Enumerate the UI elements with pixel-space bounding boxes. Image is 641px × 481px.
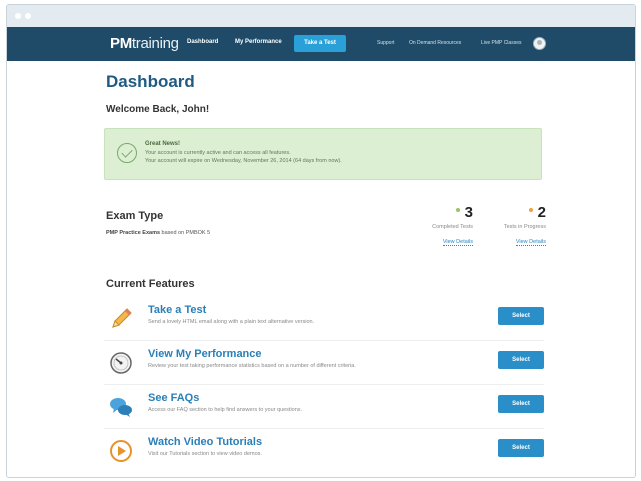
stat-completed-label: Completed Tests xyxy=(432,224,473,230)
stat-dot-completed xyxy=(455,207,460,212)
feature-see-faqs: See FAQs Access our FAQ section to help … xyxy=(104,392,544,432)
logo[interactable]: PMtraining xyxy=(110,35,179,52)
feature-watch-video-tutorials: Watch Video Tutorials Visit our Tutorial… xyxy=(104,436,544,476)
feature-description: Visit our Tutorials section to view vide… xyxy=(148,451,262,457)
stat-in-progress-label: Tests in Progress xyxy=(503,224,546,230)
window-dot-close[interactable] xyxy=(15,13,21,19)
feature-title[interactable]: See FAQs xyxy=(148,392,199,404)
current-features-heading: Current Features xyxy=(106,278,195,290)
play-icon xyxy=(110,440,132,462)
view-details-completed-link[interactable]: View Details xyxy=(442,239,473,246)
nav-my-performance[interactable]: My Performance xyxy=(235,39,282,45)
feature-take-a-test: Take a Test Send a lovely HTML email alo… xyxy=(104,304,544,344)
exam-type-description: PMP Practice Exams based on PMBOK 5 xyxy=(106,230,211,236)
window-chrome xyxy=(7,5,635,27)
welcome-message: Welcome Back, John! xyxy=(106,104,210,115)
feature-description: Review your test taking performance stat… xyxy=(148,363,356,369)
feature-title[interactable]: Watch Video Tutorials xyxy=(148,436,262,448)
exam-type-heading: Exam Type xyxy=(106,210,164,222)
top-navbar: PMtraining Dashboard My Performance Take… xyxy=(7,27,635,61)
select-view-my-performance-button[interactable]: Select xyxy=(498,351,544,369)
nav-live-pmp-classes[interactable]: Live PMP Classes xyxy=(481,40,521,46)
chat-bubbles-icon xyxy=(110,398,132,417)
stat-dot-in-progress xyxy=(528,207,533,212)
select-see-faqs-button[interactable]: Select xyxy=(498,395,544,413)
user-avatar-icon[interactable] xyxy=(533,37,546,50)
account-status-alert: Great News! Your account is currently ac… xyxy=(104,128,542,180)
stat-completed-tests: 3 Completed Tests View Details xyxy=(403,204,473,248)
alert-title: Great News! xyxy=(145,141,181,147)
gauge-icon xyxy=(110,352,132,374)
feature-description: Access our FAQ section to help find answ… xyxy=(148,407,303,413)
window-dot-minimize[interactable] xyxy=(25,13,31,19)
stat-tests-in-progress: 2 Tests in Progress View Details xyxy=(476,204,546,248)
nav-dashboard[interactable]: Dashboard xyxy=(187,39,218,45)
divider xyxy=(104,340,544,341)
select-take-a-test-button[interactable]: Select xyxy=(498,307,544,325)
page-title: Dashboard xyxy=(106,72,195,91)
nav-support[interactable]: Support xyxy=(377,40,395,46)
stat-in-progress-value: 2 xyxy=(537,204,546,221)
nav-take-a-test[interactable]: Take a Test xyxy=(294,35,346,52)
stat-completed-value: 3 xyxy=(464,204,473,221)
alert-line-1: Your account is currently active and can… xyxy=(145,150,291,156)
feature-view-my-performance: View My Performance Review your test tak… xyxy=(104,348,544,388)
checkmark-circle-icon xyxy=(117,143,137,163)
divider xyxy=(104,428,544,429)
feature-title[interactable]: Take a Test xyxy=(148,304,206,316)
nav-on-demand-resources[interactable]: On Demand Resources xyxy=(409,40,461,46)
feature-title[interactable]: View My Performance xyxy=(148,348,262,360)
pencil-icon xyxy=(112,308,132,328)
select-watch-video-tutorials-button[interactable]: Select xyxy=(498,439,544,457)
view-details-in-progress-link[interactable]: View Details xyxy=(515,239,546,246)
feature-description: Send a lovely HTML email along with a pl… xyxy=(148,319,315,325)
divider xyxy=(104,384,544,385)
alert-line-2: Your account will expire on Wednesday, N… xyxy=(145,158,342,164)
